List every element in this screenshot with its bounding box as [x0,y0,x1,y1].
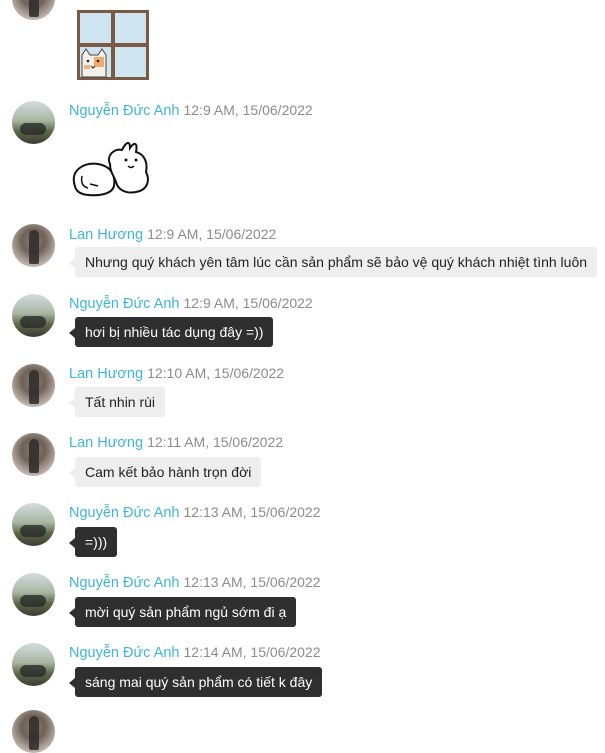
avatar[interactable] [12,433,55,476]
message-header: Nguyễn Đức Anh 12:14 AM, 15/06/2022 [69,644,321,661]
sender-name[interactable]: Nguyễn Đức Anh [69,505,179,521]
sender-name[interactable]: Nguyễn Đức Anh [69,575,179,591]
sender-name[interactable]: Lan Hương [69,435,143,451]
message-time: 12:13 AM, 15/06/2022 [183,574,321,590]
message-bubble[interactable]: Cam kết bảo hành trọn đời [68,457,262,487]
message-bubble[interactable]: mời quý sản phẩm ngủ sớm đi ạ [68,597,297,627]
message-header: Nguyễn Đức Anh 12:9 AM, 15/06/2022 [69,295,313,312]
message-header: Nguyễn Đức Anh 12:13 AM, 15/06/2022 [69,574,321,591]
cat-window-sticker [76,9,150,86]
message-time: 12:13 AM, 15/06/2022 [183,504,321,520]
message-header: Lan Hương 12:9 AM, 15/06/2022 [69,226,276,243]
message-time: 12:10 AM, 15/06/2022 [147,365,285,381]
message-bubble[interactable]: sáng mai quý sản phẩm có tiết k đây [68,667,323,697]
avatar[interactable] [12,294,55,337]
avatar[interactable] [12,710,55,753]
sender-name[interactable]: Lan Hương [69,227,143,243]
avatar[interactable] [12,364,55,407]
sender-name[interactable]: Nguyễn Đức Anh [69,296,179,312]
message-bubble[interactable]: Nhưng quý khách yên tâm lúc cần sản phẩm… [68,247,598,277]
message-bubble[interactable]: =))) [68,527,118,557]
avatar[interactable] [12,573,55,616]
sender-name[interactable]: Nguyễn Đức Anh [69,103,179,119]
message-header: Lan Hương 12:10 AM, 15/06/2022 [69,365,284,382]
message-time: 12:9 AM, 15/06/2022 [147,226,277,242]
avatar[interactable] [12,0,55,20]
rabbit-lying-sticker [70,138,154,203]
message-time: 12:9 AM, 15/06/2022 [183,102,313,118]
avatar[interactable] [12,224,55,267]
message-header: Nguyễn Đức Anh 12:9 AM, 15/06/2022 [69,102,313,119]
sender-name[interactable]: Lan Hương [69,366,143,382]
message-bubble[interactable]: Tất nhin rùi [68,387,166,417]
sender-name[interactable]: Nguyễn Đức Anh [69,645,179,661]
message-header: Lan Hương 12:11 AM, 15/06/2022 [69,434,283,451]
message-time: 12:9 AM, 15/06/2022 [183,295,313,311]
message-header: Nguyễn Đức Anh 12:13 AM, 15/06/2022 [69,504,321,521]
message-bubble[interactable]: hơi bị nhiều tác dụng đây =)) [68,317,274,347]
avatar[interactable] [12,643,55,686]
avatar[interactable] [12,503,55,546]
message-time: 12:11 AM, 15/06/2022 [147,434,284,450]
avatar[interactable] [12,101,55,144]
message-time: 12:14 AM, 15/06/2022 [183,644,321,660]
